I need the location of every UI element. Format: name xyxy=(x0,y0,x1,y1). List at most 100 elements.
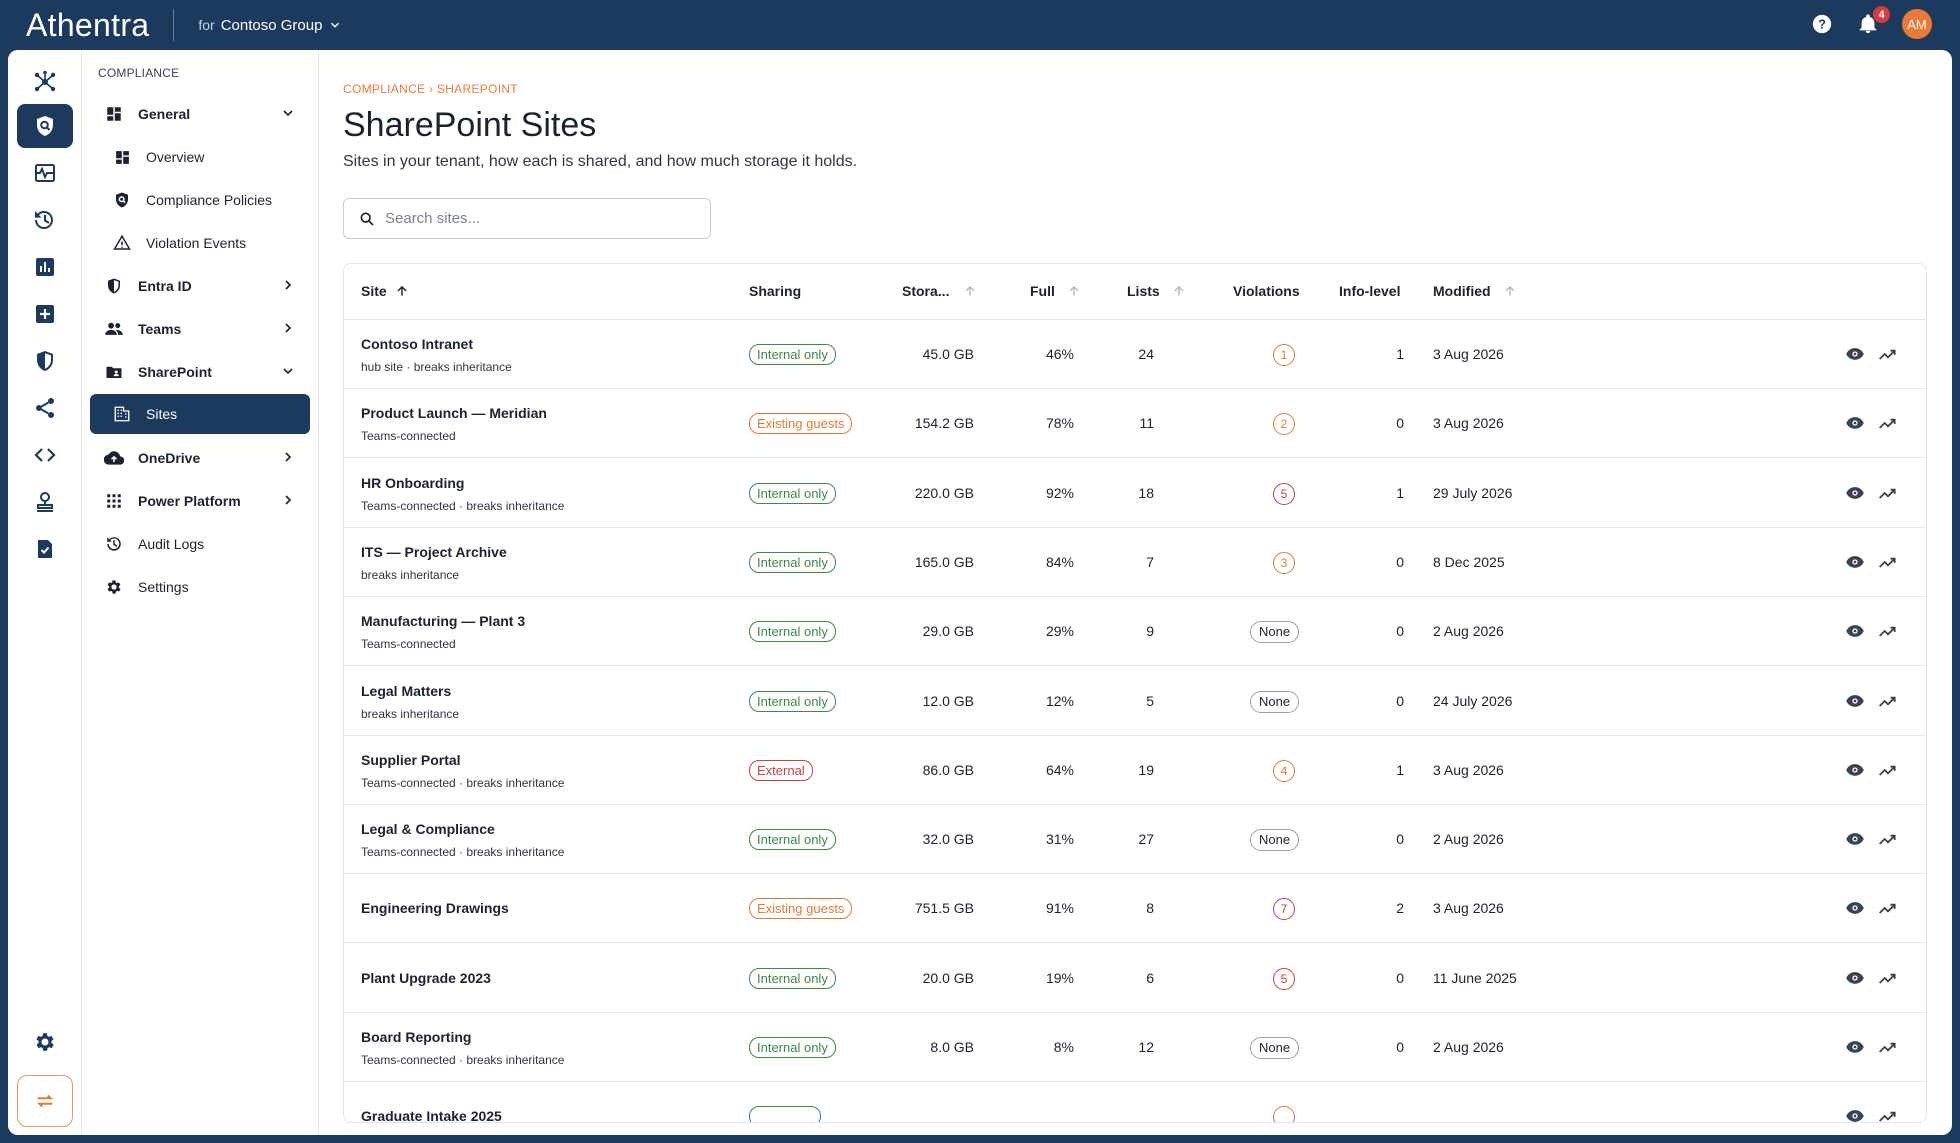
view-eye-icon[interactable] xyxy=(1844,1105,1866,1122)
nav-item-compliance-policies[interactable]: Compliance Policies xyxy=(90,180,310,220)
violations-badge[interactable]: 5 xyxy=(1273,482,1295,505)
rail-hub-icon[interactable] xyxy=(17,60,73,104)
table-row[interactable]: Legal Matters breaks inheritance Internal … xyxy=(344,667,1926,736)
view-eye-icon[interactable] xyxy=(1844,897,1866,919)
trend-chart-icon[interactable] xyxy=(1877,343,1899,365)
table-row[interactable]: Plant Upgrade 2023 Internal only 20.0 GB 19… xyxy=(344,944,1926,1013)
violations-badge[interactable]: 5 xyxy=(1273,967,1295,990)
site-name[interactable]: Board Reporting xyxy=(361,1029,471,1045)
nav-item-sharepoint[interactable]: SharePoint xyxy=(90,352,310,392)
view-eye-icon[interactable] xyxy=(1844,967,1866,989)
view-eye-icon[interactable] xyxy=(1844,620,1866,642)
trend-chart-icon[interactable] xyxy=(1877,759,1899,781)
rail-add-icon[interactable] xyxy=(17,292,73,336)
rail-approval-icon[interactable] xyxy=(17,480,73,524)
nav-item-entra-id[interactable]: Entra ID xyxy=(90,266,310,306)
column-header-sharing[interactable]: Sharing xyxy=(749,283,801,299)
nav-item-violation-events[interactable]: Violation Events xyxy=(90,223,310,263)
rail-security-icon[interactable] xyxy=(17,339,73,383)
notifications-icon[interactable]: 4 xyxy=(1856,6,1890,36)
site-name[interactable]: Engineering Drawings xyxy=(361,900,509,916)
site-name[interactable]: Product Launch — Meridian xyxy=(361,405,547,421)
nav-item-general[interactable]: General xyxy=(90,94,310,134)
violations-badge[interactable]: None xyxy=(1250,621,1300,644)
trend-chart-icon[interactable] xyxy=(1877,412,1899,434)
table-row[interactable]: Product Launch — Meridian Teams-connected… xyxy=(344,389,1926,459)
trend-chart-icon[interactable] xyxy=(1877,828,1899,850)
table-row[interactable]: Graduate Intake 2025 xyxy=(344,1082,1926,1122)
rail-activity-icon[interactable] xyxy=(17,151,73,195)
table-row[interactable]: ITS — Project Archive breaks inheritance I… xyxy=(344,528,1926,597)
view-eye-icon[interactable] xyxy=(1844,828,1866,850)
column-header-violations[interactable]: Violations xyxy=(1233,283,1300,299)
site-name[interactable]: Manufacturing — Plant 3 xyxy=(361,613,525,629)
rail-reports-icon[interactable] xyxy=(17,245,73,289)
table-row[interactable]: Engineering Drawings Existing guests 751.5… xyxy=(344,874,1926,944)
site-name[interactable]: Legal & Compliance xyxy=(361,821,495,837)
view-eye-icon[interactable] xyxy=(1844,690,1866,712)
view-eye-icon[interactable] xyxy=(1844,1036,1866,1058)
breadcrumb[interactable]: COMPLIANCE › SHAREPOINT xyxy=(343,82,518,96)
rail-history-icon[interactable] xyxy=(17,198,73,242)
site-name[interactable]: Graduate Intake 2025 xyxy=(361,1108,502,1122)
column-header-modified[interactable]: Modified xyxy=(1433,283,1517,299)
column-header-site[interactable]: Site xyxy=(361,283,409,299)
column-header-lists[interactable]: Lists xyxy=(1127,283,1186,299)
trend-chart-icon[interactable] xyxy=(1877,1105,1899,1122)
help-icon[interactable]: ? xyxy=(1810,12,1834,36)
site-name[interactable]: Contoso Intranet xyxy=(361,336,473,352)
table-row[interactable]: Board Reporting Teams-connected · breaks … xyxy=(344,1013,1926,1082)
view-eye-icon[interactable] xyxy=(1844,759,1866,781)
site-name[interactable]: Supplier Portal xyxy=(361,752,461,768)
nav-item-onedrive[interactable]: OneDrive xyxy=(90,438,310,478)
column-header-info-level[interactable]: Info-level xyxy=(1339,283,1400,299)
violations-badge[interactable]: 3 xyxy=(1273,551,1295,574)
rail-tasks-icon[interactable] xyxy=(17,527,73,571)
trend-chart-icon[interactable] xyxy=(1877,967,1899,989)
tenant-switcher[interactable]: for Contoso Group xyxy=(198,17,342,34)
column-header-full[interactable]: Full xyxy=(1030,283,1081,299)
violations-badge[interactable] xyxy=(1273,1106,1295,1122)
rail-code-icon[interactable] xyxy=(17,433,73,477)
nav-item-sites[interactable]: Sites xyxy=(90,394,310,434)
table-row[interactable]: Legal & Compliance Teams-connected · brea… xyxy=(344,805,1926,875)
site-name[interactable]: ITS — Project Archive xyxy=(361,544,507,560)
trend-chart-icon[interactable] xyxy=(1877,897,1899,919)
rail-compliance-icon[interactable] xyxy=(17,104,73,148)
nav-item-overview[interactable]: Overview xyxy=(90,137,310,177)
view-eye-icon[interactable] xyxy=(1844,482,1866,504)
violations-badge[interactable]: None xyxy=(1250,690,1300,713)
site-name[interactable]: Legal Matters xyxy=(361,683,451,699)
nav-item-power-platform[interactable]: Power Platform xyxy=(90,481,310,521)
column-header-storage[interactable]: Stora... xyxy=(902,283,977,299)
app-logo[interactable]: Athentra xyxy=(26,7,149,44)
view-eye-icon[interactable] xyxy=(1844,343,1866,365)
violations-badge[interactable]: 7 xyxy=(1273,898,1295,921)
nav-item-settings[interactable]: Settings xyxy=(90,567,310,607)
view-eye-icon[interactable] xyxy=(1844,412,1866,434)
rail-settings-icon[interactable] xyxy=(17,1020,73,1064)
table-row[interactable]: Manufacturing — Plant 3 Teams-connected In… xyxy=(344,597,1926,667)
violations-badge[interactable]: None xyxy=(1250,1037,1300,1059)
view-eye-icon[interactable] xyxy=(1844,551,1866,573)
table-row[interactable]: HR Onboarding Teams-connected · breaks in… xyxy=(344,459,1926,528)
nav-item-audit-logs[interactable]: Audit Logs xyxy=(90,524,310,564)
rail-share-icon[interactable] xyxy=(17,386,73,430)
trend-chart-icon[interactable] xyxy=(1877,551,1899,573)
table-row[interactable]: Supplier Portal Teams-connected · breaks … xyxy=(344,736,1926,805)
trend-chart-icon[interactable] xyxy=(1877,620,1899,642)
trend-chart-icon[interactable] xyxy=(1877,1036,1899,1058)
violations-badge[interactable]: 1 xyxy=(1273,344,1295,366)
switch-context-button[interactable] xyxy=(17,1075,73,1127)
violations-badge[interactable]: None xyxy=(1250,829,1300,852)
table-row[interactable]: Contoso Intranet hub site · breaks inheri… xyxy=(344,320,1926,389)
trend-chart-icon[interactable] xyxy=(1877,482,1899,504)
violations-badge[interactable]: 4 xyxy=(1273,759,1295,782)
site-name[interactable]: HR Onboarding xyxy=(361,475,464,491)
trend-chart-icon[interactable] xyxy=(1877,690,1899,712)
nav-item-teams[interactable]: Teams xyxy=(90,309,310,349)
site-name[interactable]: Plant Upgrade 2023 xyxy=(361,970,491,986)
avatar[interactable]: AM xyxy=(1902,9,1932,39)
violations-badge[interactable]: 2 xyxy=(1273,413,1295,436)
search-input[interactable] xyxy=(385,210,685,227)
